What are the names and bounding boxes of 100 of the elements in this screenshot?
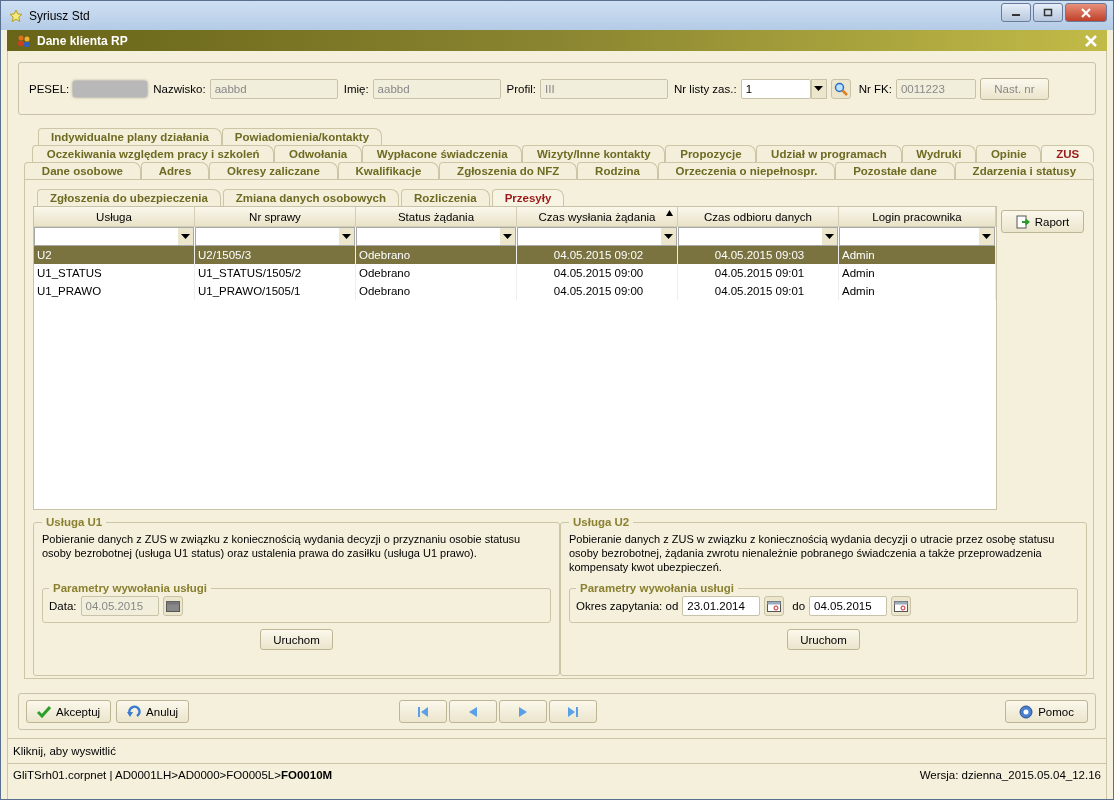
tab[interactable]: Udział w programach [756,145,902,162]
tab[interactable]: Dane osobowe [24,162,141,179]
field-label: Nr FK: [858,82,892,95]
table-cell: U2 [34,246,195,264]
tab[interactable]: Orzeczenia o niepełnospr. [657,162,836,179]
column-header[interactable]: Czas odbioru danych [678,207,839,227]
filter-field[interactable] [839,227,995,246]
field-label: Data: [49,600,77,612]
group-title: Parametry wywołania usługi [579,582,736,594]
field-label: Imię: [343,82,369,95]
report-button[interactable]: Raport [1001,210,1084,233]
list-number-field[interactable]: 1 [740,78,811,99]
tab[interactable]: Indywidualne plany działania [38,128,222,145]
table-row[interactable]: U2 U2/1505/3 Odebrano 04.05.2015 09:02 04.05.2015 09:03 Admin [34,246,996,264]
skip-button[interactable] [399,700,448,723]
caret-icon [982,234,991,239]
date-field[interactable]: 04.05.2015 [809,596,888,616]
tab[interactable]: ZUS [1041,145,1094,162]
filter-field[interactable] [34,227,194,246]
search-button[interactable] [830,78,851,99]
tab[interactable]: Opinie [976,145,1042,162]
fk-number-field[interactable]: 0011223 [895,78,976,99]
tab[interactable]: Rodzina [577,162,658,179]
dropdown-button[interactable] [979,228,994,245]
tab[interactable]: Pozostałe dane [835,162,955,179]
dropdown-button[interactable] [178,228,193,245]
table-cell: Admin [839,264,996,282]
star-icon [9,8,23,23]
table-cell: U1_STATUS [34,264,195,282]
filter-field[interactable] [356,227,516,246]
surname-field[interactable]: aabbd [209,78,338,99]
tab[interactable]: Propozycje [665,145,757,162]
maximize-icon [1042,7,1054,18]
table-cell: Odebrano [356,282,517,300]
tab[interactable]: Adres [140,162,210,179]
table-cell: Odebrano [356,246,517,264]
table-cell: U1_PRAWO [34,282,195,300]
window-title: Syriusz Std [29,8,90,23]
tab[interactable]: Zgłoszenia do ubezpieczenia [37,189,221,206]
table-cell: 04.05.2015 09:03 [678,246,839,264]
tab[interactable]: Odwołania [274,145,362,162]
name-field[interactable]: aabbd [372,78,501,99]
tab[interactable]: Kwalifikacje [337,162,440,179]
tab[interactable]: Okresy zaliczane [209,162,338,179]
column-header[interactable]: Status żądania [356,207,517,227]
calendar-button[interactable] [764,596,785,616]
dropdown-button[interactable] [500,228,515,245]
column-header[interactable]: Nr sprawy [195,207,356,227]
group-title: Usługa U1 [45,516,104,528]
step-button[interactable] [449,700,498,723]
table-cell: Odebrano [356,264,517,282]
table-cell: Admin [839,246,996,264]
close-button[interactable] [1065,3,1107,22]
tab[interactable]: Oczekiwania względem pracy i szkoleń [32,145,275,162]
filter-field[interactable] [517,227,677,246]
table-cell: 04.05.2015 09:00 [517,282,678,300]
help-icon [1019,704,1034,719]
next-number-button[interactable]: Nast. nr [979,77,1049,100]
skip-forward-icon [566,705,581,718]
tab[interactable]: Rozliczenia [401,189,490,206]
cancel-button[interactable]: Anuluj [116,700,190,723]
export-icon [1015,214,1030,229]
dropdown-button[interactable] [339,228,354,245]
field-label: Nazwisko: [153,82,206,95]
dropdown-button[interactable] [822,228,837,245]
table-row[interactable]: U1_STATUS U1_STATUS/1505/2 Odebrano 04.05.2015 09:00 04.05.2015 09:01 Admin [34,264,996,282]
column-header[interactable]: Czas wysłania żądania [517,207,678,227]
tab[interactable]: Zmiana danych osobowych [222,189,399,206]
tab[interactable]: Wydruki [901,145,977,162]
filter-field[interactable] [678,227,838,246]
skip-back-icon [416,705,431,718]
table-row[interactable]: U1_PRAWO U1_PRAWO/1505/1 Odebrano 04.05.2015 09:00 04.05.2015 09:01 Admin [34,282,996,300]
tab[interactable]: Przesyły [491,189,565,206]
column-header[interactable]: Usługa [34,207,195,227]
run-button[interactable]: Uruchom [787,629,860,650]
step-button[interactable] [499,700,548,723]
accept-button[interactable]: Akceptuj [26,700,112,723]
column-header[interactable]: Login pracownika [839,207,996,227]
run-button[interactable]: Uruchom [260,629,333,650]
tab[interactable]: Wypłacone świadczenia [362,145,523,162]
date-field[interactable]: 23.01.2014 [682,596,761,616]
tab[interactable]: Zgłoszenia do NFZ [439,162,578,179]
search-icon [833,81,848,96]
help-button[interactable]: Pomoc [1005,700,1088,723]
filter-field[interactable] [195,227,355,246]
profile-field[interactable]: III [540,78,668,99]
dropdown-button[interactable] [661,228,676,245]
minimize-button[interactable] [1001,3,1031,22]
maximize-button[interactable] [1033,3,1063,22]
table-cell: 04.05.2015 09:00 [517,264,678,282]
tab[interactable]: Powiadomienia/kontakty [221,128,383,145]
skip-button[interactable] [549,700,598,723]
group-title: Usługa U2 [572,516,631,528]
calendar-icon [894,600,909,612]
version-text: Wersja: dzienna_2015.05.04_12.16 [919,769,1101,781]
table-cell: U1_PRAWO/1505/1 [195,282,356,300]
calendar-button[interactable] [891,596,912,616]
field-label: PESEL: [29,82,70,95]
tab[interactable]: Wizyty/Inne kontakty [522,145,666,162]
tab[interactable]: Zdarzenia i statusy [954,162,1095,179]
